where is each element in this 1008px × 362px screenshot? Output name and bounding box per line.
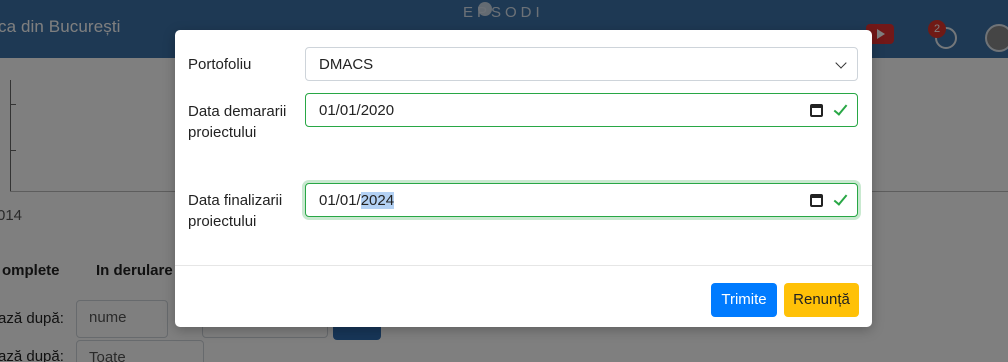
check-icon: [833, 101, 848, 116]
project-dialog: Portofoliu DMACS Data demararii proiectu…: [175, 30, 872, 327]
start-date-label: Data demararii proiectului: [188, 103, 287, 141]
cancel-button[interactable]: Renunță: [784, 283, 859, 317]
end-date-day-month: 01/01/: [319, 192, 361, 209]
calendar-icon[interactable]: [810, 104, 823, 117]
portfolio-select[interactable]: DMACS: [305, 47, 858, 81]
end-date-value: 01/01/2024: [319, 192, 395, 209]
calendar-icon[interactable]: [810, 194, 823, 207]
start-date-input[interactable]: 01/01/2020: [305, 93, 858, 127]
end-date-label: Data finalizarii proiectului: [188, 192, 283, 230]
end-date-input[interactable]: 01/01/2024: [305, 183, 858, 217]
portfolio-label: Portofoliu: [188, 56, 252, 73]
end-date-year-selected: 2024: [360, 192, 395, 209]
check-icon: [833, 191, 848, 206]
portfolio-value: DMACS: [319, 56, 374, 73]
start-date-value: 01/01/2020: [319, 102, 395, 119]
submit-button[interactable]: Trimite: [711, 283, 777, 317]
modal-footer-divider: [175, 265, 872, 266]
chevron-down-icon: [835, 57, 847, 69]
